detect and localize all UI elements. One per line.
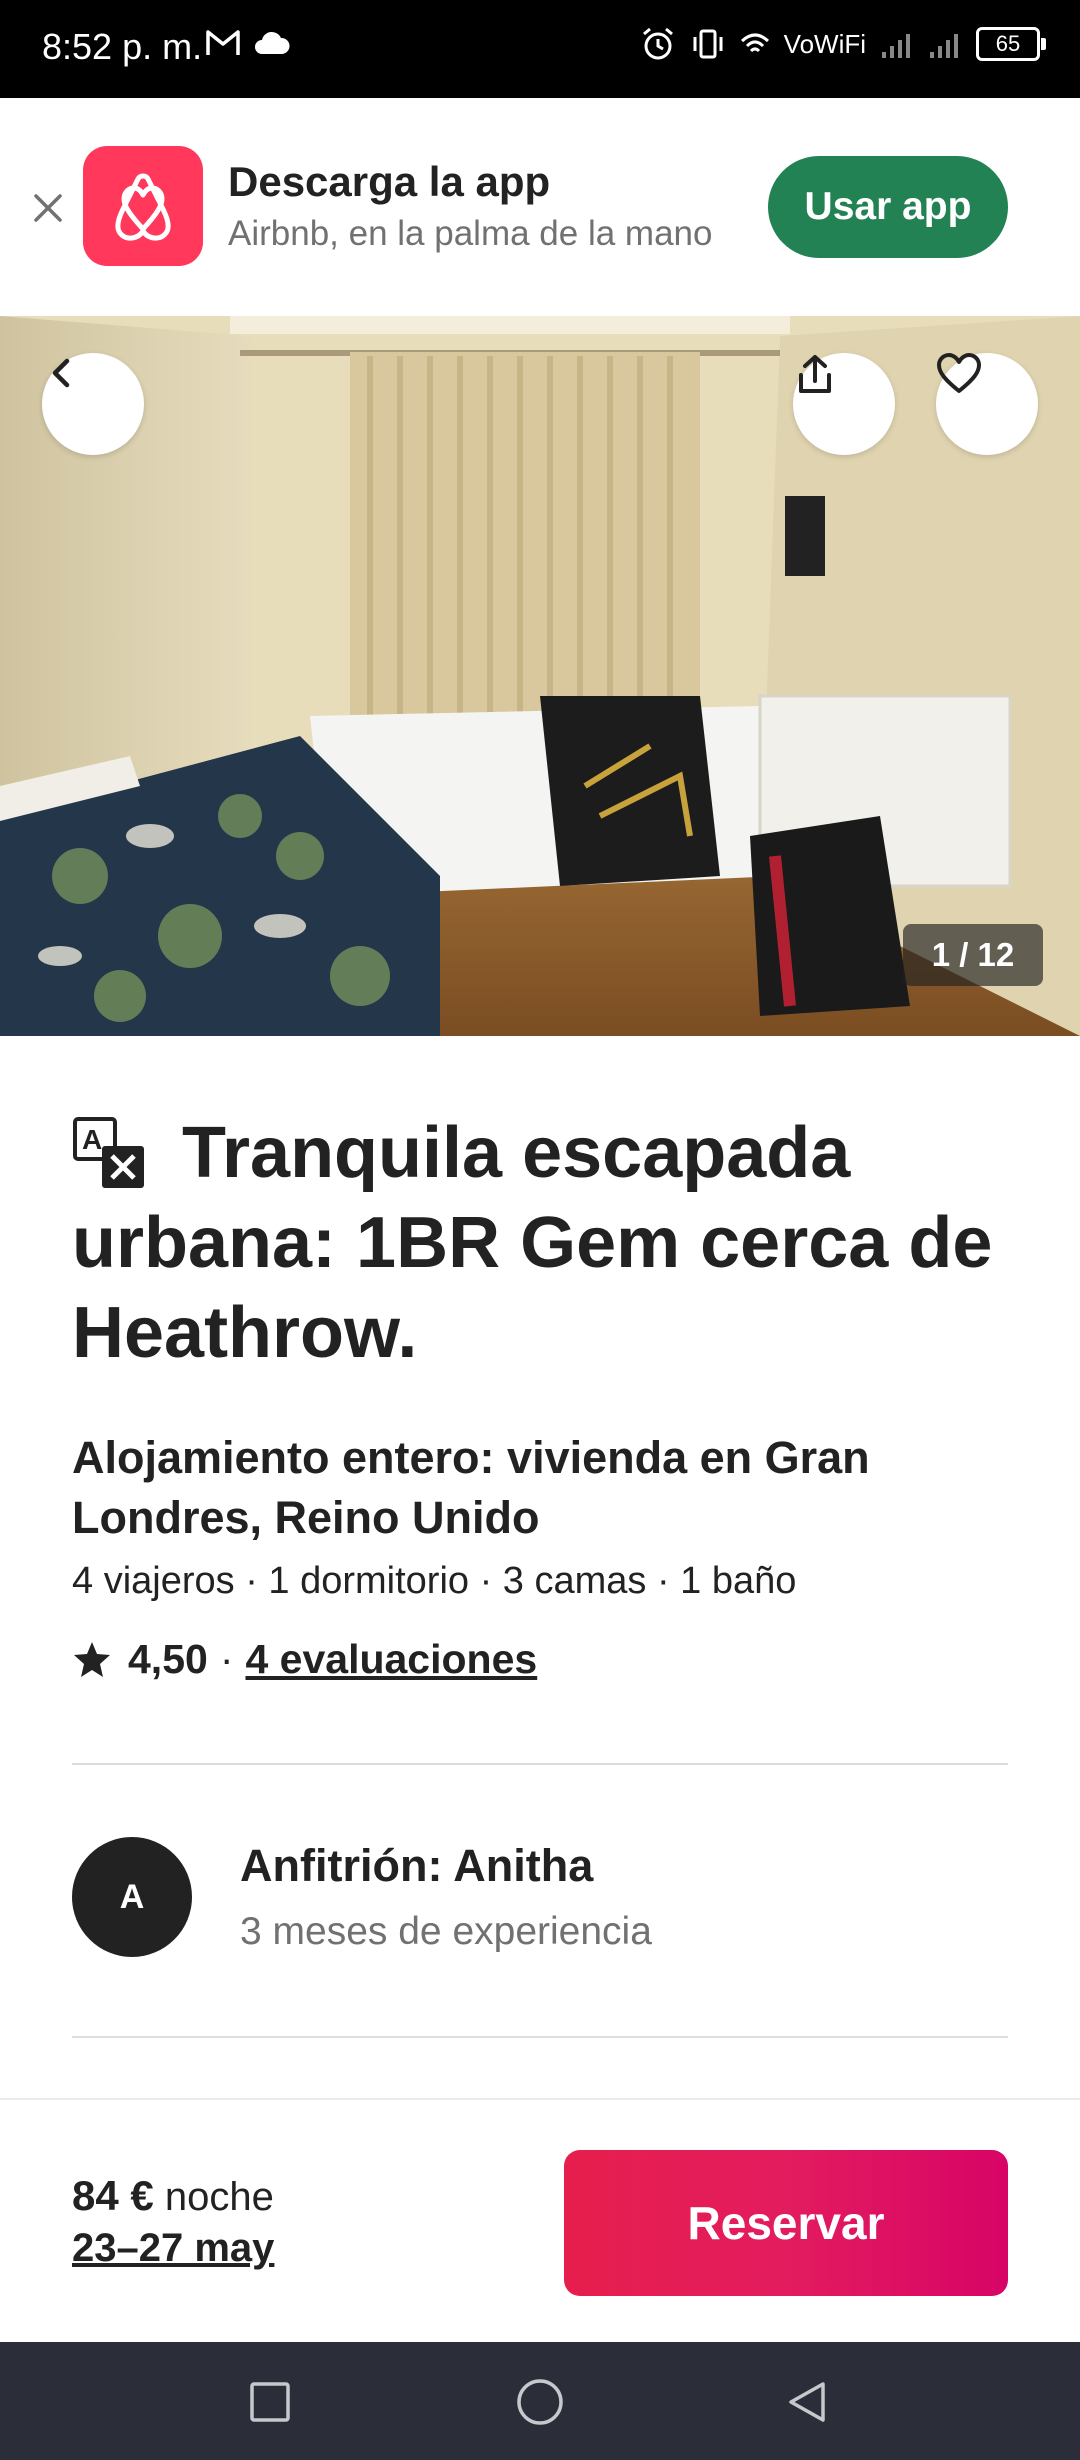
status-time: 8:52 p. m. xyxy=(42,26,203,67)
reserve-button[interactable]: Reservar xyxy=(564,2150,1008,2296)
listing-title-row: A Tranquila escapada urbana: 1BR Gem cer… xyxy=(72,1108,1022,1378)
cloud-icon xyxy=(255,31,290,54)
recents-square-icon xyxy=(250,2382,290,2422)
airbnb-logo-icon xyxy=(83,146,203,266)
status-bar: 8:52 p. m. VoWiFi 65 xyxy=(0,0,1080,98)
heart-icon xyxy=(937,353,981,393)
wifi-icon xyxy=(740,33,769,53)
reviews-link[interactable]: 4 evaluaciones xyxy=(245,1636,537,1683)
home-circle-icon xyxy=(517,2379,563,2425)
signal-icon xyxy=(882,34,910,58)
banner-title: Descarga la app xyxy=(228,158,551,205)
system-nav-bar xyxy=(0,2342,1080,2460)
alarm-icon xyxy=(642,27,673,60)
listing-title: Tranquila escapada urbana: 1BR Gem cerca… xyxy=(72,1113,993,1373)
battery-icon: 65 xyxy=(976,27,1046,61)
banner-subtitle: Airbnb, en la palma de la mano xyxy=(228,214,713,253)
vibrate-icon xyxy=(693,29,723,59)
listing-subtitle: Alojamiento entero: vivienda en Gran Lon… xyxy=(72,1432,870,1543)
close-icon[interactable] xyxy=(30,190,66,226)
host-name: Anfitrión: Anitha xyxy=(240,1840,594,1891)
photo-counter: 1 / 12 xyxy=(903,924,1043,986)
rating-row: 4,50 · 4 evaluaciones xyxy=(72,1636,537,1683)
svg-text:A: A xyxy=(82,1124,102,1155)
back-button[interactable] xyxy=(42,353,144,455)
star-icon xyxy=(74,1641,110,1677)
stay-dates[interactable]: 23–27 may xyxy=(72,2226,274,2271)
listing-details: 4 viajeros · 1 dormitorio · 3 camas · 1 … xyxy=(72,1560,797,1602)
signal-icon xyxy=(930,34,958,58)
host-avatar[interactable]: A xyxy=(72,1837,192,1957)
use-app-button[interactable]: Usar app xyxy=(768,156,1008,258)
share-button[interactable] xyxy=(793,353,895,455)
price-line: 84 € noche xyxy=(72,2172,274,2220)
nightly-price: 84 € xyxy=(72,2172,154,2219)
divider xyxy=(72,1763,1008,1765)
recents-button[interactable] xyxy=(240,2372,300,2432)
chevron-left-icon xyxy=(52,358,70,388)
booking-bar: 84 € noche 23–27 may Reservar xyxy=(0,2098,1080,2344)
notification-icons xyxy=(205,28,291,58)
app-download-banner: Descarga la app Airbnb, en la palma de l… xyxy=(0,98,1080,316)
back-nav-button[interactable] xyxy=(778,2372,838,2432)
share-icon xyxy=(799,355,831,393)
price-unit: noche xyxy=(164,2175,274,2219)
listing-photo[interactable]: 1 / 12 xyxy=(0,316,1080,1036)
vowifi-label: VoWiFi xyxy=(783,28,866,59)
rating-value: 4,50 xyxy=(128,1636,208,1682)
rating-separator: · xyxy=(219,1636,234,1682)
save-button[interactable] xyxy=(936,353,1038,455)
translate-icon[interactable]: A xyxy=(72,1116,148,1192)
host-experience: 3 meses de experiencia xyxy=(240,1910,652,1953)
back-triangle-icon xyxy=(789,2382,825,2422)
system-icons: VoWiFi 65 xyxy=(640,26,1046,62)
gmail-icon xyxy=(206,30,240,55)
home-button[interactable] xyxy=(510,2372,570,2432)
divider xyxy=(72,2036,1008,2038)
